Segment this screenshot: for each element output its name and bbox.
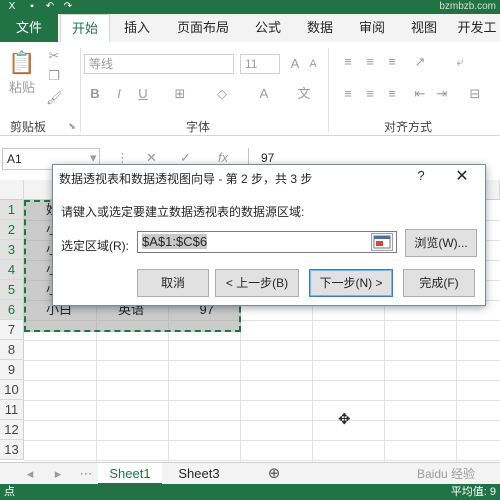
align-bottom-icon[interactable]: ≡ — [384, 54, 400, 70]
title-bar: X ▪ ↶ ↷ bzmbzb.com — [0, 0, 500, 14]
font-name-box[interactable]: 等线 — [84, 54, 234, 74]
watermark-top: bzmbzb.com — [439, 1, 496, 12]
dialog-launcher-icon[interactable]: ⬊ — [66, 118, 78, 134]
help-icon[interactable]: ? — [411, 168, 431, 186]
group-label-alignment: 对齐方式 — [384, 120, 433, 134]
browse-button[interactable]: 浏览(W)... — [405, 229, 477, 257]
add-sheet-icon[interactable]: ⊕ — [262, 463, 286, 485]
row-header[interactable]: 13 — [0, 440, 24, 460]
pivot-table-wizard-dialog: 数据透视表和数据透视图向导 - 第 2 步，共 3 步 ? ✕ 请键入或选定要建… — [52, 164, 486, 306]
copy-icon[interactable]: ❐ — [46, 68, 62, 84]
dialog-title: 数据透视表和数据透视图向导 - 第 2 步，共 3 步 — [59, 172, 313, 186]
tab-view[interactable]: 视图 — [402, 14, 446, 42]
row-header[interactable]: 10 — [0, 380, 24, 400]
next-button[interactable]: 下一步(N) > — [309, 269, 393, 297]
status-mode: 点 — [4, 486, 15, 498]
excel-window: X ▪ ↶ ↷ bzmbzb.com 文件 开始 插入 页面布局 公式 数据 审… — [0, 0, 500, 500]
fill-color-icon[interactable]: ◇ — [214, 86, 230, 102]
merge-center-icon[interactable]: ⊟ — [460, 86, 490, 102]
select-all-corner[interactable] — [0, 180, 24, 200]
phonetic-icon[interactable]: 文 — [296, 86, 312, 102]
decrease-indent-icon[interactable]: ⇤ — [412, 86, 428, 102]
border-icon[interactable]: ⊞ — [172, 86, 188, 102]
align-right-icon[interactable]: ≡ — [384, 86, 400, 102]
paste-icon[interactable]: 📋 — [8, 48, 36, 78]
group-label-clipboard: 剪贴板 — [10, 120, 47, 134]
tab-developer[interactable]: 开发工 — [454, 14, 500, 42]
align-left-icon[interactable]: ≡ — [340, 86, 356, 102]
tab-file[interactable]: 文件 — [0, 14, 58, 42]
align-top-icon[interactable]: ≡ — [340, 54, 356, 70]
format-painter-icon[interactable]: 🖌 — [46, 90, 63, 106]
tab-formulas[interactable]: 公式 — [246, 14, 290, 42]
range-value: $A$1:$C$6 — [142, 234, 208, 249]
grow-font-icon[interactable]: A — [288, 56, 302, 72]
scroll-right-icon[interactable]: ▸ — [50, 463, 66, 485]
tab-review[interactable]: 审阅 — [350, 14, 394, 42]
back-button[interactable]: < 上一步(B) — [215, 269, 299, 297]
shrink-font-icon[interactable]: A — [306, 56, 320, 72]
row-header[interactable]: 8 — [0, 340, 24, 360]
status-average: 平均值: 9 — [450, 486, 496, 498]
row-header[interactable]: 11 — [0, 400, 24, 420]
row-header[interactable]: 3 — [0, 240, 24, 260]
insert-function-icon[interactable]: fx — [218, 150, 228, 165]
font-size-box[interactable]: 11 — [240, 54, 280, 74]
group-label-font: 字体 — [186, 120, 211, 134]
row-header[interactable]: 2 — [0, 220, 24, 240]
increase-indent-icon[interactable]: ⇥ — [434, 86, 450, 102]
tab-data[interactable]: 数据 — [298, 14, 342, 42]
paste-label[interactable]: 粘贴 — [8, 80, 36, 96]
align-middle-icon[interactable]: ≡ — [362, 54, 378, 70]
orientation-icon[interactable]: ↗ — [412, 54, 428, 70]
row-header[interactable]: 6 — [0, 300, 24, 320]
ribbon-home: 📋 粘贴 ✂ ❐ 🖌 剪贴板 ⬊ 等线 11 A A B I U ⊞ ◇ A 文… — [0, 42, 500, 136]
font-color-icon[interactable]: A — [256, 86, 272, 102]
collapse-dialog-icon[interactable] — [371, 233, 393, 251]
cancel-button[interactable]: 取消 — [137, 269, 209, 297]
sheet-tab-sheet3[interactable]: Sheet3 — [166, 463, 232, 485]
underline-icon[interactable]: U — [136, 86, 150, 102]
cut-icon[interactable]: ✂ — [46, 48, 62, 64]
range-selector-icon — [373, 235, 391, 249]
row-header[interactable]: 1 — [0, 200, 24, 220]
save-icon[interactable]: ▪ — [26, 1, 38, 13]
status-bar: 点 平均值: 9 — [0, 484, 500, 500]
more-sheets-icon[interactable]: ⋯ — [78, 463, 94, 485]
scroll-left-icon[interactable]: ◂ — [22, 463, 38, 485]
range-input[interactable]: $A$1:$C$6 — [137, 231, 397, 253]
close-icon[interactable]: ✕ — [451, 167, 473, 187]
group-separator — [80, 48, 81, 132]
row-header[interactable]: 5 — [0, 280, 24, 300]
row-header[interactable]: 12 — [0, 420, 24, 440]
sheet-tab-sheet1[interactable]: Sheet1 — [98, 463, 162, 485]
tab-home[interactable]: 开始 — [60, 14, 110, 42]
ribbon-tab-row: 文件 开始 插入 页面布局 公式 数据 审阅 视图 开发工 — [0, 14, 500, 42]
redo-icon[interactable]: ↷ — [62, 1, 74, 13]
mouse-cursor-icon: ✥ — [338, 411, 351, 428]
watermark-bottom: Baidu 经验 — [416, 467, 476, 481]
row-header[interactable]: 9 — [0, 360, 24, 380]
group-separator — [328, 48, 329, 132]
finish-button[interactable]: 完成(F) — [403, 269, 475, 297]
tab-page-layout[interactable]: 页面布局 — [168, 14, 238, 42]
tab-insert[interactable]: 插入 — [114, 14, 160, 42]
wrap-text-icon[interactable]: ⤶ — [440, 54, 480, 70]
undo-icon[interactable]: ↶ — [44, 1, 56, 13]
row-header[interactable]: 7 — [0, 320, 24, 340]
range-label: 选定区域(R): — [61, 239, 129, 253]
align-center-icon[interactable]: ≡ — [362, 86, 378, 102]
dialog-prompt: 请键入或选定要建立数据透视表的数据源区域: — [61, 205, 305, 219]
bold-icon[interactable]: B — [88, 86, 102, 102]
italic-icon[interactable]: I — [112, 86, 126, 102]
row-header[interactable]: 4 — [0, 260, 24, 280]
excel-app-icon: X — [8, 1, 16, 12]
sheet-tab-bar: ◂ ▸ ⋯ Sheet1 Sheet3 ⊕ Baidu 经验 — [0, 462, 500, 485]
